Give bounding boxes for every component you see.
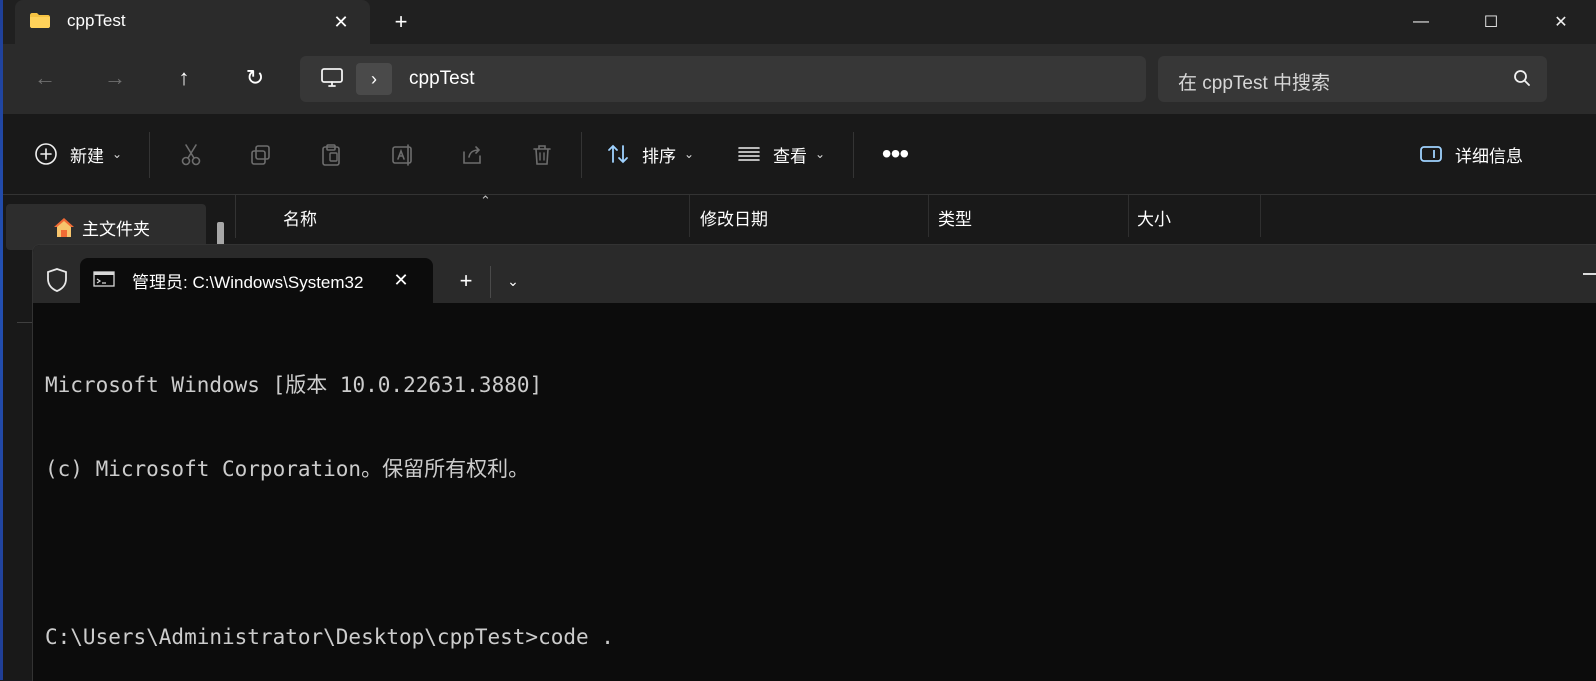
sort-button[interactable]: 排序 ⌄: [606, 136, 694, 172]
address-path[interactable]: cppTest: [409, 68, 474, 90]
chevron-down-icon: ⌄: [684, 147, 695, 161]
explorer-tab-title: cppTest: [67, 11, 126, 30]
terminal-output[interactable]: Microsoft Windows [版本 10.0.22631.3880] (…: [45, 315, 1575, 665]
add-tab-icon[interactable]: +: [449, 266, 483, 296]
column-modified-date[interactable]: 修改日期: [700, 205, 768, 230]
terminal-tab-title: 管理员: C:\Windows\System32: [132, 273, 364, 292]
details-pane-icon: [1420, 146, 1442, 162]
explorer-navigation-bar: ← → ↑ ↻ › cppTest 在 cppTest 中搜索: [3, 44, 1596, 114]
terminal-window: 管理员: C:\Windows\System32 ✕ + ⌄ Microsoft…: [32, 244, 1596, 681]
column-separator[interactable]: [1260, 195, 1261, 237]
up-arrow-icon[interactable]: ↑: [166, 60, 202, 96]
details-button-label: 详细信息: [1455, 146, 1523, 166]
forward-arrow-icon[interactable]: →: [97, 60, 133, 96]
add-tab-icon[interactable]: +: [387, 8, 415, 36]
copy-icon[interactable]: [248, 142, 274, 168]
search-placeholder[interactable]: 在 cppTest 中搜索: [1178, 68, 1330, 95]
explorer-tab-cpptest[interactable]: cppTest ✕: [15, 0, 370, 44]
more-options-icon[interactable]: •••: [875, 134, 915, 174]
column-name[interactable]: 名称: [283, 205, 317, 230]
cut-icon[interactable]: [178, 142, 204, 168]
maximize-icon[interactable]: ☐: [1456, 0, 1526, 44]
command-separator: [581, 132, 582, 178]
home-icon: [54, 218, 74, 237]
close-tab-icon[interactable]: ✕: [327, 8, 355, 36]
shield-icon: [47, 268, 67, 292]
sidebar-scrollbar[interactable]: [217, 222, 224, 246]
sort-caret-icon: ⌃: [480, 193, 491, 208]
search-box[interactable]: 在 cppTest 中搜索: [1158, 56, 1547, 102]
column-separator[interactable]: [689, 195, 690, 237]
column-separator[interactable]: [1128, 195, 1129, 237]
details-button[interactable]: 详细信息: [1419, 136, 1523, 172]
terminal-tab-admin[interactable]: 管理员: C:\Windows\System32 ✕: [80, 258, 433, 303]
terminal-prompt-line[interactable]: C:\Users\Administrator\Desktop\cppTest>c…: [45, 623, 1575, 651]
terminal-tab-divider: [490, 266, 491, 298]
paste-icon[interactable]: [318, 142, 344, 168]
view-button[interactable]: 查看 ⌄: [737, 136, 825, 172]
view-lines-icon: [738, 147, 760, 161]
sidebar-item-label: 主文件夹: [82, 219, 150, 239]
back-arrow-icon[interactable]: ←: [27, 60, 63, 96]
minimize-icon[interactable]: [1583, 273, 1596, 275]
rename-icon[interactable]: [389, 142, 415, 168]
folder-icon: [30, 13, 50, 28]
sort-button-label: 排序: [642, 146, 676, 166]
column-size[interactable]: 大小: [1137, 205, 1171, 230]
close-window-icon[interactable]: ✕: [1526, 0, 1596, 44]
file-list-header: ⌃ 名称 修改日期 类型 大小: [235, 193, 1596, 238]
share-icon[interactable]: [459, 142, 485, 168]
terminal-line: (c) Microsoft Corporation。保留所有权利。: [45, 457, 530, 481]
terminal-tab-bar: 管理员: C:\Windows\System32 ✕ + ⌄: [33, 245, 1596, 303]
new-button[interactable]: 新建 ⌄: [34, 136, 122, 172]
chevron-down-icon: ⌄: [815, 147, 826, 161]
close-tab-icon[interactable]: ✕: [386, 265, 416, 295]
new-button-label: 新建: [70, 146, 104, 166]
chevron-down-icon: ⌄: [112, 147, 123, 161]
column-type[interactable]: 类型: [938, 205, 972, 230]
address-bar[interactable]: › cppTest: [300, 56, 1146, 102]
column-separator[interactable]: [928, 195, 929, 237]
refresh-icon[interactable]: ↻: [237, 60, 273, 96]
breadcrumb-chevron-icon[interactable]: ›: [356, 63, 392, 95]
computer-icon: [321, 68, 343, 87]
plus-circle-icon: [35, 143, 57, 165]
delete-icon[interactable]: [529, 142, 555, 168]
view-button-label: 查看: [773, 146, 807, 166]
sidebar-divider: [17, 322, 33, 323]
sort-icon: [608, 144, 628, 164]
search-icon[interactable]: [1513, 69, 1531, 87]
explorer-tab-bar: cppTest ✕ + — ☐ ✕: [3, 0, 1596, 44]
command-prompt-icon: [93, 271, 115, 287]
window-controls: — ☐ ✕: [1386, 0, 1596, 44]
terminal-line: Microsoft Windows [版本 10.0.22631.3880]: [45, 373, 543, 397]
explorer-command-bar: 新建 ⌄ 排序 ⌄ 查看 ⌄ ••• 详细信息: [3, 114, 1596, 195]
command-separator: [149, 132, 150, 178]
chevron-down-icon[interactable]: ⌄: [495, 266, 531, 296]
command-separator: [853, 132, 854, 178]
minimize-icon[interactable]: —: [1386, 0, 1456, 44]
